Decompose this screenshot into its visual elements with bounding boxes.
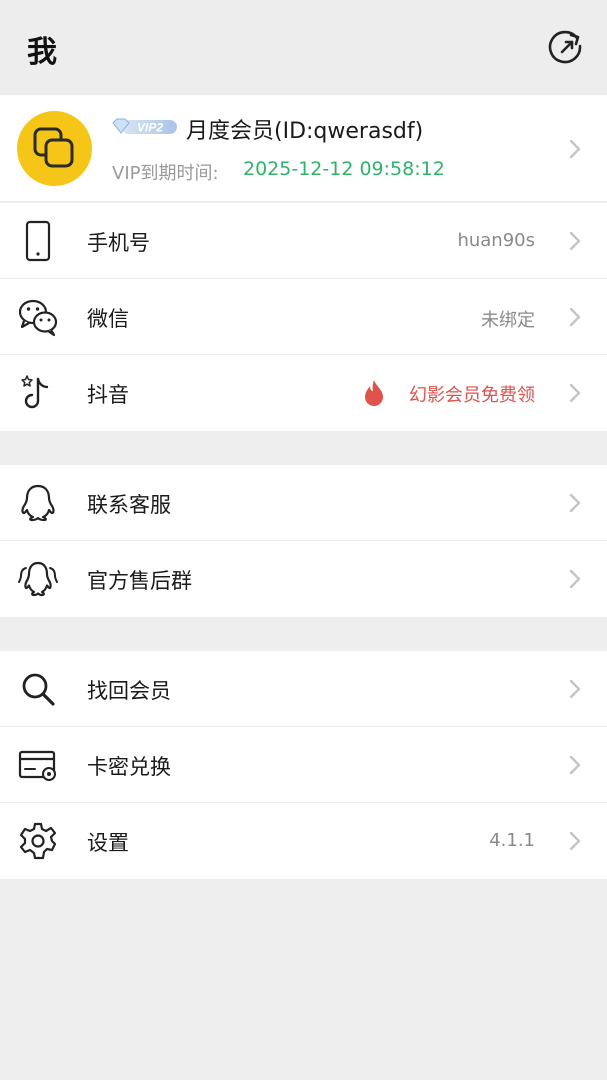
row-value: 未绑定 [481, 310, 535, 331]
refresh-icon[interactable] [547, 27, 585, 65]
member-profile-card[interactable]: VIP2 月度会员(ID:qwerasdf) VIP到期时间: 2025-12-… [0, 95, 607, 202]
row-wechat[interactable]: 微信 未绑定 [0, 279, 607, 355]
chevron-right-icon [569, 139, 581, 159]
chevron-right-icon [569, 679, 581, 699]
chevron-right-icon [569, 831, 581, 851]
qq-group-icon [18, 561, 58, 597]
expire-value: 2025-12-12 09:58:12 [243, 158, 445, 180]
wechat-icon [18, 299, 58, 337]
top-bar: 我 [0, 0, 607, 95]
row-customer-service[interactable]: 联系客服 [0, 465, 607, 541]
card-icon [18, 750, 56, 781]
row-label: 卡密兑换 [87, 755, 171, 779]
row-label: 设置 [87, 831, 129, 855]
qq-icon [21, 484, 55, 522]
row-label: 找回会员 [87, 679, 171, 703]
divider [0, 201, 607, 202]
member-title: 月度会员(ID:qwerasdf) [186, 119, 424, 144]
douyin-icon [21, 375, 49, 409]
chevron-right-icon [569, 755, 581, 775]
vip-badge-label: VIP2 [137, 121, 163, 135]
version-value: 4.1.1 [489, 830, 535, 851]
page-title: 我 [27, 35, 57, 70]
chevron-right-icon [569, 307, 581, 327]
row-label: 抖音 [87, 383, 129, 407]
phone-icon [25, 220, 51, 262]
expire-label: VIP到期时间: [112, 163, 219, 184]
row-label: 官方售后群 [87, 569, 192, 593]
avatar [17, 111, 92, 186]
chevron-right-icon [569, 493, 581, 513]
gear-icon [19, 822, 57, 860]
chevron-right-icon [569, 569, 581, 589]
row-aftersales-group[interactable]: 官方售后群 [0, 541, 607, 617]
row-recover-membership[interactable]: 找回会员 [0, 651, 607, 727]
row-label: 微信 [87, 307, 129, 331]
row-douyin[interactable]: 抖音 幻影会员免费领 [0, 355, 607, 431]
copy-icon [33, 127, 74, 168]
row-value: huan90s [457, 230, 535, 251]
row-phone[interactable]: 手机号 huan90s [0, 203, 607, 279]
row-label: 联系客服 [87, 493, 171, 517]
flame-icon [365, 380, 383, 406]
chevron-right-icon [569, 383, 581, 403]
search-icon [22, 673, 55, 706]
row-settings[interactable]: 设置 4.1.1 [0, 803, 607, 879]
vip-badge-icon: VIP2 [112, 118, 177, 135]
row-label: 手机号 [87, 231, 150, 255]
promo-text: 幻影会员免费领 [409, 385, 535, 406]
chevron-right-icon [569, 231, 581, 251]
row-card-redeem[interactable]: 卡密兑换 [0, 727, 607, 803]
